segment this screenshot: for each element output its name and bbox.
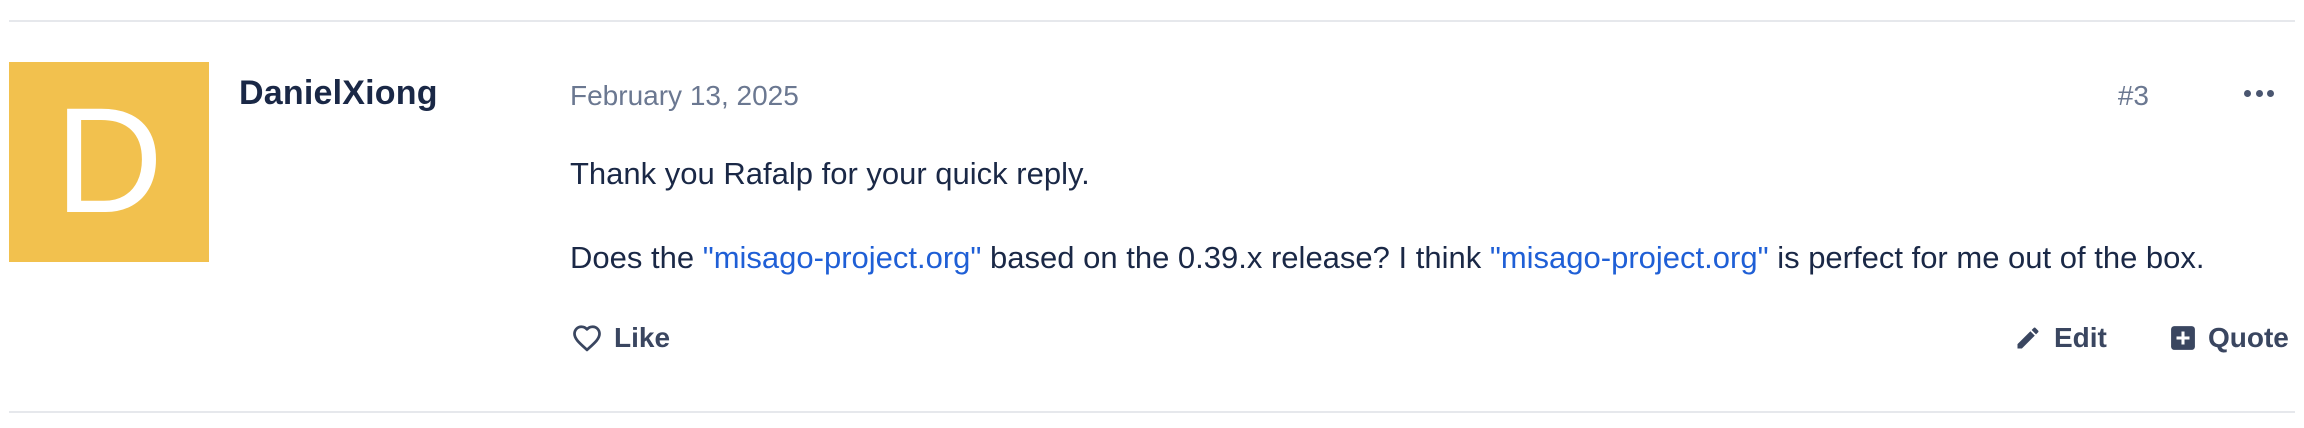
edit-button[interactable]: Edit — [2014, 318, 2107, 358]
edit-label: Edit — [2054, 322, 2107, 353]
bottom-divider — [9, 411, 2295, 413]
paragraph-text: Does the — [570, 240, 703, 275]
post: D DanielXiong February 13, 2025 #3 Thank… — [0, 0, 2304, 428]
paragraph-text: based on the 0.39.x release? I think — [981, 240, 1490, 275]
post-paragraph-2: Does the "misago-project.org" based on t… — [570, 236, 2300, 280]
avatar-letter: D — [54, 76, 164, 244]
like-label: Like — [614, 322, 671, 353]
more-options-button[interactable] — [2244, 86, 2274, 100]
like-button[interactable]: Like — [572, 318, 670, 358]
post-paragraph-1: Thank you Rafalp for your quick reply. — [570, 156, 1090, 191]
heart-outline-icon — [572, 324, 602, 352]
avatar[interactable]: D — [9, 62, 209, 262]
paragraph-text: is perfect for me out of the box. — [1768, 240, 2205, 275]
pencil-icon — [2014, 324, 2042, 352]
post-body: Thank you Rafalp for your quick reply. D… — [570, 152, 2300, 280]
post-date[interactable]: February 13, 2025 — [570, 80, 799, 112]
quote-button[interactable]: Quote — [2170, 318, 2289, 358]
project-link-2[interactable]: "misago-project.org" — [1490, 240, 1769, 275]
post-author[interactable]: DanielXiong — [239, 74, 438, 113]
ellipsis-icon — [2244, 89, 2274, 97]
quote-label: Quote — [2208, 322, 2289, 353]
plus-square-icon — [2170, 325, 2196, 351]
project-link-1[interactable]: "misago-project.org" — [703, 240, 982, 275]
post-number[interactable]: #3 — [2118, 80, 2149, 112]
